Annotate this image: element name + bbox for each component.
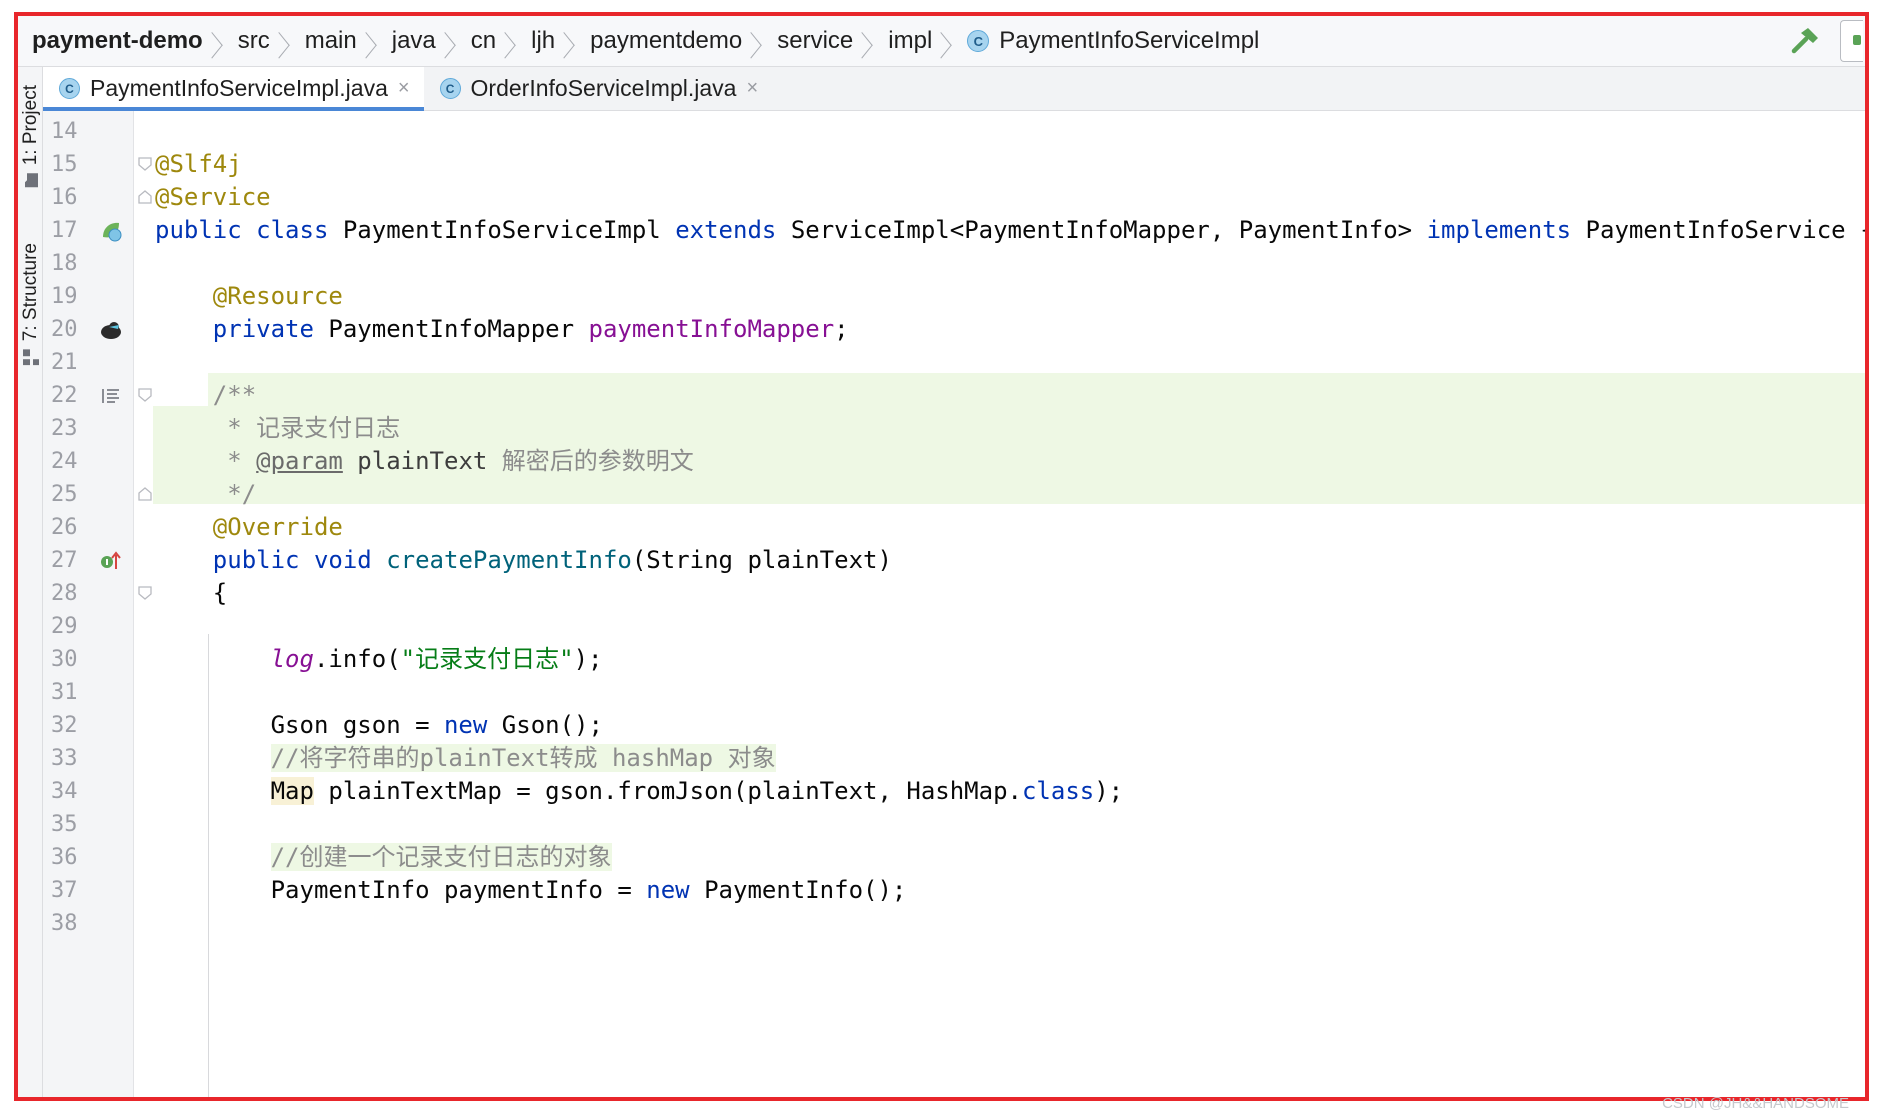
tab-payment-info-service-impl[interactable]: C PaymentInfoServiceImpl.java ×: [43, 67, 424, 111]
fold-marker-icon[interactable]: [138, 487, 152, 501]
line-number: 34: [51, 779, 78, 804]
class-icon: C: [439, 78, 461, 99]
doc-rendered-icon[interactable]: [99, 384, 123, 408]
breadcrumb-impl[interactable]: impl: [888, 27, 932, 55]
tab-label: OrderInfoServiceImpl.java: [470, 75, 737, 101]
line-number: 20: [51, 317, 78, 342]
breadcrumb-service[interactable]: service: [777, 27, 853, 55]
override-arrow-icon[interactable]: [99, 549, 123, 573]
code-editor[interactable]: 14 15 @Slf4j 16 @Service 17 public class…: [43, 111, 1865, 1097]
close-icon[interactable]: ×: [746, 77, 758, 100]
line-number: 19: [51, 284, 78, 309]
line-number: 23: [51, 416, 78, 441]
chevron-right-icon: [941, 27, 954, 55]
line-number: 31: [51, 680, 78, 705]
fold-marker-icon[interactable]: [138, 190, 152, 204]
spring-bean-icon[interactable]: [99, 219, 123, 243]
line-number: 30: [51, 647, 78, 672]
breadcrumb-cn[interactable]: cn: [471, 27, 496, 55]
chevron-right-icon: [279, 27, 292, 55]
line-number: 33: [51, 746, 78, 771]
line-number: 28: [51, 581, 78, 606]
breadcrumb-ljh[interactable]: ljh: [531, 27, 555, 55]
navigation-bar: payment-demo src main java cn ljh paymen…: [18, 16, 1865, 67]
breadcrumb-src[interactable]: src: [238, 27, 270, 55]
mybatis-bird-icon[interactable]: [99, 318, 123, 342]
line-number: 18: [51, 251, 78, 276]
line-number: 21: [51, 350, 78, 375]
line-number: 26: [51, 515, 78, 540]
code-line: 38: [43, 904, 1865, 943]
line-number: 35: [51, 812, 78, 837]
tool-window-strip: 1: Project 7: Structure: [18, 67, 43, 1097]
hammer-icon[interactable]: [1788, 24, 1822, 58]
project-tool-label: 1: Project: [20, 85, 41, 166]
chevron-right-icon: [751, 27, 764, 55]
line-number: 15: [51, 152, 78, 177]
chevron-right-icon: [862, 27, 875, 55]
line-number: 36: [51, 845, 78, 870]
structure-tool-button[interactable]: 7: Structure: [20, 243, 42, 366]
close-icon[interactable]: ×: [398, 77, 410, 100]
structure-tool-label: 7: Structure: [20, 243, 41, 342]
tab-order-info-service-impl[interactable]: C OrderInfoServiceImpl.java ×: [424, 67, 773, 110]
line-number: 27: [51, 548, 78, 573]
breadcrumb-class[interactable]: C PaymentInfoServiceImpl: [967, 27, 1259, 55]
folder-icon: [25, 173, 38, 188]
structure-icon: [23, 349, 39, 366]
line-number: 37: [51, 878, 78, 903]
line-number: 14: [51, 119, 78, 144]
tab-label: PaymentInfoServiceImpl.java: [90, 75, 388, 101]
breadcrumb-class-label: PaymentInfoServiceImpl: [999, 27, 1260, 54]
line-number: 17: [51, 218, 78, 243]
line-number: 24: [51, 449, 78, 474]
breadcrumb-main[interactable]: main: [305, 27, 357, 55]
breadcrumb-paymentdemo[interactable]: paymentdemo: [590, 27, 742, 55]
editor-tabs: C PaymentInfoServiceImpl.java × C OrderI…: [43, 67, 1865, 111]
line-number: 16: [51, 185, 78, 210]
run-config-selector[interactable]: [1840, 20, 1863, 62]
breadcrumb-project[interactable]: payment-demo: [32, 27, 203, 55]
chevron-right-icon: [366, 27, 379, 55]
chevron-right-icon: [445, 27, 458, 55]
class-icon: C: [967, 30, 990, 52]
chevron-right-icon: [505, 27, 518, 55]
chevron-right-icon: [564, 27, 577, 55]
breadcrumb-java[interactable]: java: [392, 27, 436, 55]
line-number: 22: [51, 383, 78, 408]
line-number: 25: [51, 482, 78, 507]
line-number: 38: [51, 911, 78, 936]
toolbar-right: [1788, 20, 1865, 62]
watermark: CSDN @JH&&HANDSOME: [1662, 1095, 1849, 1112]
chevron-right-icon: [212, 27, 225, 55]
fold-marker-icon[interactable]: [138, 586, 152, 600]
class-icon: C: [59, 78, 80, 99]
fold-marker-icon[interactable]: [138, 388, 152, 402]
project-tool-button[interactable]: 1: Project: [20, 85, 42, 188]
line-number: 29: [51, 614, 78, 639]
run-config-icon: [1853, 35, 1861, 45]
breadcrumb: payment-demo src main java cn ljh paymen…: [18, 27, 1259, 55]
fold-marker-icon[interactable]: [138, 157, 152, 171]
line-number: 32: [51, 713, 78, 738]
ide-window: payment-demo src main java cn ljh paymen…: [14, 12, 1869, 1101]
